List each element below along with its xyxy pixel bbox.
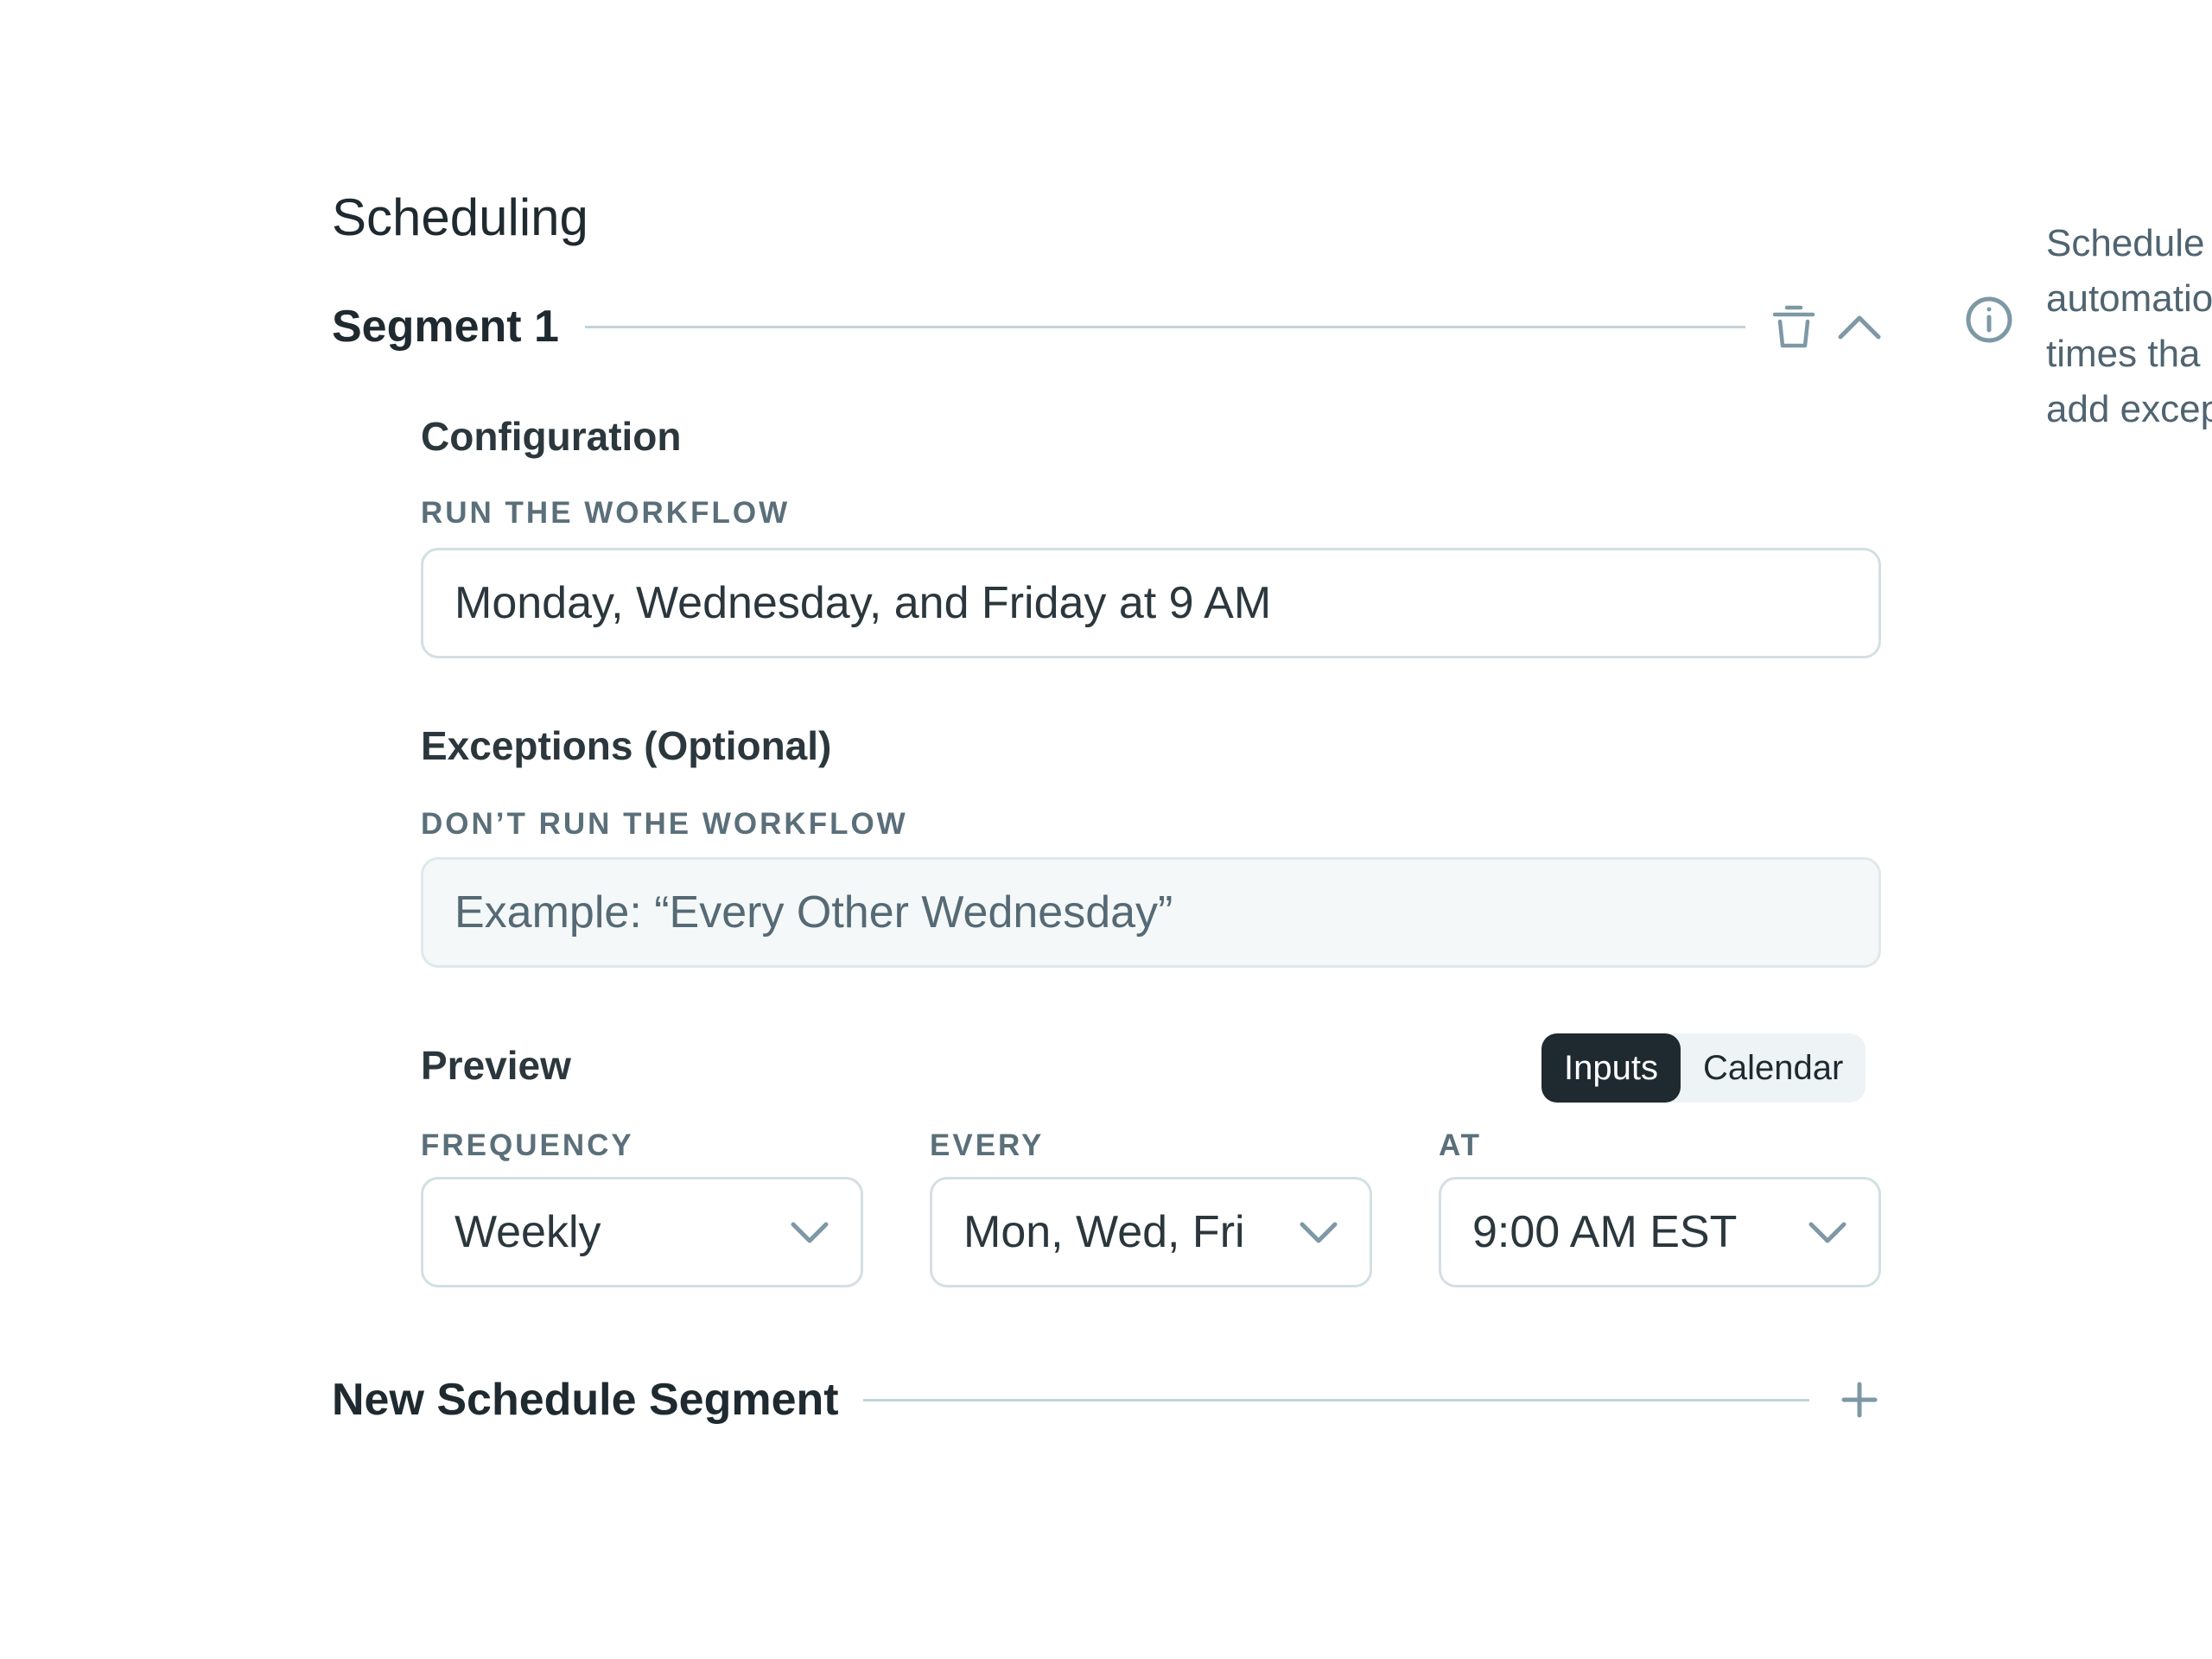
every-value: Mon, Wed, Fri — [963, 1207, 1245, 1257]
chevron-down-icon — [1300, 1222, 1338, 1243]
scheduling-page: Scheduling Segment 1 Schedule automatio … — [0, 0, 2212, 1659]
segment-divider — [584, 325, 1745, 328]
run-workflow-input[interactable]: Monday, Wednesday, and Friday at 9 AM — [421, 548, 1881, 658]
exceptions-input[interactable]: Example: “Every Other Wednesday” — [421, 857, 1881, 968]
toggle-calendar[interactable]: Calendar — [1681, 1033, 1866, 1103]
new-segment-row: New Schedule Segment — [332, 1367, 1887, 1433]
chevron-down-icon — [1808, 1222, 1847, 1243]
at-value: 9:00 AM EST — [1472, 1207, 1738, 1257]
segment-title: Segment 1 — [332, 302, 559, 352]
chevron-down-icon — [791, 1222, 829, 1243]
side-help-line: automatio — [2046, 277, 2212, 320]
frequency-label: FREQUENCY — [421, 1128, 634, 1162]
frequency-select[interactable]: Weekly — [421, 1177, 863, 1287]
every-label: EVERY — [930, 1128, 1045, 1162]
collapse-segment-button[interactable] — [1832, 299, 1887, 354]
page-title: Scheduling — [332, 188, 588, 246]
at-select[interactable]: 9:00 AM EST — [1439, 1177, 1881, 1287]
side-help-line: add excep — [2046, 388, 2212, 430]
exceptions-title: Exceptions (Optional) — [421, 723, 832, 768]
trash-icon — [1772, 305, 1815, 348]
preview-mode-toggle: Inputs Calendar — [1541, 1033, 1866, 1103]
add-segment-button[interactable] — [1832, 1372, 1887, 1427]
frequency-value: Weekly — [454, 1207, 601, 1257]
run-workflow-label: RUN THE WORKFLOW — [421, 496, 791, 530]
side-help-text: Schedule automatio times tha add excep — [2046, 216, 2212, 437]
every-select[interactable]: Mon, Wed, Fri — [930, 1177, 1372, 1287]
preview-title: Preview — [421, 1043, 571, 1088]
info-button[interactable] — [1963, 294, 2018, 349]
side-help-line: times tha — [2046, 333, 2201, 375]
toggle-inputs[interactable]: Inputs — [1541, 1033, 1681, 1103]
info-icon — [1966, 296, 2012, 343]
side-help-line: Schedule — [2046, 222, 2205, 264]
delete-segment-button[interactable] — [1766, 299, 1821, 354]
segment-header: Segment 1 — [332, 294, 1887, 359]
exceptions-placeholder: Example: “Every Other Wednesday” — [454, 887, 1173, 938]
run-workflow-value: Monday, Wednesday, and Friday at 9 AM — [454, 578, 1272, 628]
new-segment-divider — [862, 1398, 1809, 1402]
chevron-up-icon — [1838, 315, 1881, 340]
new-segment-title: New Schedule Segment — [332, 1375, 839, 1425]
plus-icon — [1841, 1382, 1878, 1418]
dont-run-workflow-label: DON’T RUN THE WORKFLOW — [421, 807, 908, 841]
configuration-title: Configuration — [421, 414, 682, 459]
at-label: AT — [1439, 1128, 1483, 1162]
